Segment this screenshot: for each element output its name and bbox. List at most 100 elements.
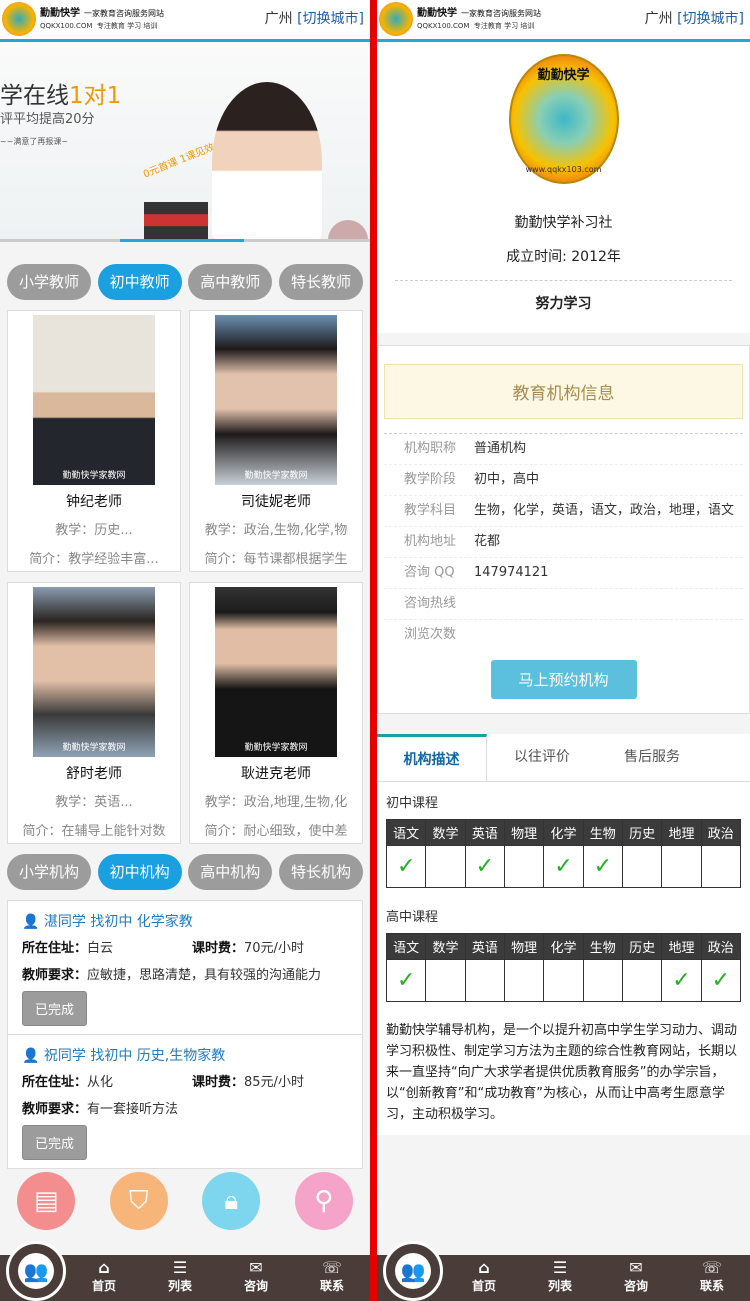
nav-center-button[interactable]: 👥 bbox=[6, 1241, 66, 1301]
nav-home[interactable]: ⌂ 首页 bbox=[446, 1255, 522, 1301]
teacher-card[interactable]: 勤勤快学家教网 钟纪老师 教学：历史... 简介：教学经验丰富... bbox=[7, 310, 181, 572]
org-tabs: 小学机构 初中机构 高中机构 特长机构 bbox=[0, 854, 370, 900]
subject-header: 生物 bbox=[582, 819, 623, 846]
brand: 勤勤快学 一家教育咨询服务网站 bbox=[417, 8, 541, 19]
brand-sub: QQKX100.COM 专注教育 学习 培训 bbox=[40, 22, 158, 30]
nav-consult[interactable]: ✉ 咨询 bbox=[598, 1255, 674, 1301]
teacher-card[interactable]: 勤勤快学家教网 耿进克老师 教学：政治,地理,生物,化 简介：耐心细致，使中差 bbox=[189, 582, 363, 844]
check-icon: ✓ bbox=[582, 845, 623, 888]
empty-cell bbox=[582, 959, 623, 1002]
teacher-subject: 教学：政治,生物,化学,物 bbox=[204, 523, 348, 538]
lock-icon[interactable]: 🔒︎ bbox=[202, 1172, 261, 1230]
teacher-photo: 勤勤快学家教网 bbox=[33, 315, 155, 485]
empty-cell bbox=[425, 959, 466, 1002]
user-settings-icon[interactable]: ⚲ bbox=[294, 1172, 353, 1230]
nav-center-button[interactable]: 👥 bbox=[383, 1241, 443, 1301]
header: 勤勤快学 一家教育咨询服务网站 QQKX100.COM 专注教育 学习 培训 广州… bbox=[0, 0, 370, 42]
subject-header: 物理 bbox=[503, 819, 545, 846]
teacher-name: 司徒妮老师 bbox=[241, 494, 311, 510]
order-row: 所在住址：从化 课时费：85元/小时 bbox=[22, 1075, 304, 1090]
city-selector[interactable]: 广州 [切换城市] bbox=[645, 8, 744, 28]
banner-subtitle: 评平均提高20分 bbox=[0, 112, 95, 127]
banner-note: ~~满意了再报课~ bbox=[0, 137, 69, 146]
site-logo-icon[interactable] bbox=[2, 2, 36, 36]
city-selector[interactable]: 广州 [切换城市] bbox=[265, 8, 364, 28]
senior-course-table: 语文 数学 英语 物理 化学 生物 历史 地理 政治 ✓ ✓ ✓ bbox=[385, 933, 742, 1002]
org-logo: 勤勤快学 www.qqkx103.com bbox=[508, 54, 619, 184]
nav-home[interactable]: ⌂ 首页 bbox=[66, 1255, 142, 1301]
nav-contact[interactable]: ☏ 联系 bbox=[294, 1255, 370, 1301]
list-icon: ☰ bbox=[172, 1258, 188, 1277]
info-row: 浏览次数 bbox=[384, 619, 743, 650]
org-info-title: 教育机构信息 bbox=[384, 364, 743, 419]
nav-contact[interactable]: ☏ 联系 bbox=[674, 1255, 750, 1301]
user-icon: 👤 bbox=[22, 1048, 40, 1064]
teacher-subject: 教学：历史... bbox=[55, 523, 133, 538]
teacher-card[interactable]: 勤勤快学家教网 司徒妮老师 教学：政治,生物,化学,物 简介：每节课都根据学生 bbox=[189, 310, 363, 572]
teacher-name: 耿进克老师 bbox=[241, 766, 311, 782]
tab-junior-teacher[interactable]: 初中教师 bbox=[97, 264, 182, 300]
tab-description[interactable]: 机构描述 bbox=[377, 734, 487, 781]
nav-consult[interactable]: ✉ 咨询 bbox=[218, 1255, 294, 1301]
order-item[interactable]: 👤 祝同学 找初中 历史,生物家教 所在住址：从化 课时费：85元/小时 教师要求… bbox=[7, 1035, 363, 1169]
site-logo-icon[interactable] bbox=[379, 2, 413, 36]
teacher-name: 舒时老师 bbox=[66, 766, 122, 782]
tab-primary-teacher[interactable]: 小学教师 bbox=[7, 264, 91, 300]
teacher-subject: 教学：政治,地理,生物,化 bbox=[204, 795, 348, 810]
subject-header: 地理 bbox=[661, 819, 702, 846]
order-title[interactable]: 👤 湛同学 找初中 化学家教 bbox=[22, 911, 348, 931]
tab-special-org[interactable]: 特长机构 bbox=[278, 854, 363, 890]
promo-banner[interactable]: 学在线1对1 评平均提高20分 ~~满意了再报课~ 0元首课 1课见效！ bbox=[0, 42, 370, 242]
left-pane: 勤勤快学 一家教育咨询服务网站 QQKX100.COM 专注教育 学习 培训 广州… bbox=[0, 0, 370, 1301]
teacher-intro: 简介：在辅导上能针对数 bbox=[22, 824, 166, 839]
id-card-icon[interactable]: ▤ bbox=[17, 1172, 76, 1230]
bottom-nav: 👥 ⌂ 首页 ☰ 列表 ✉ 咨询 ☏ 联系 bbox=[0, 1241, 370, 1301]
junior-courses-label: 初中课程 bbox=[386, 796, 439, 811]
brand-sub: QQKX100.COM 专注教育 学习 培训 bbox=[417, 22, 535, 30]
tab-senior-org[interactable]: 高中机构 bbox=[188, 854, 273, 890]
tab-senior-teacher[interactable]: 高中教师 bbox=[188, 264, 273, 300]
org-description: 勤勤快学辅导机构，是一个以提升初高中学生学习动力、调动学习积极性、制定学习方法为… bbox=[377, 1010, 750, 1135]
book-org-button[interactable]: 马上预约机构 bbox=[490, 660, 637, 699]
home-icon: ⌂ bbox=[98, 1258, 110, 1277]
tab-primary-org[interactable]: 小学机构 bbox=[7, 854, 91, 890]
teacher-grid: 勤勤快学家教网 钟纪老师 教学：历史... 简介：教学经验丰富... 勤勤快学家… bbox=[0, 310, 370, 854]
user-icon: 👤 bbox=[22, 914, 40, 930]
teacher-name: 钟纪老师 bbox=[66, 494, 122, 510]
empty-cell bbox=[543, 959, 584, 1002]
empty-cell bbox=[700, 845, 742, 888]
tab-after-sales[interactable]: 售后服务 bbox=[597, 734, 707, 781]
check-icon: ✓ bbox=[700, 959, 742, 1002]
check-icon: ✓ bbox=[661, 959, 702, 1002]
empty-cell bbox=[621, 959, 663, 1002]
list-icon: ☰ bbox=[552, 1258, 568, 1277]
order-requirement: 教师要求： 应敏捷，思路清楚，具有较强的沟通能力 bbox=[22, 968, 322, 983]
bottom-nav: 👥 ⌂ 首页 ☰ 列表 ✉ 咨询 ☏ 联系 bbox=[377, 1241, 750, 1301]
status-button[interactable]: 已完成 bbox=[22, 1125, 88, 1160]
info-row: 咨询热线 bbox=[384, 588, 743, 619]
teacher-card[interactable]: 勤勤快学家教网 舒时老师 教学：英语... 简介：在辅导上能针对数 bbox=[7, 582, 181, 844]
tab-special-teacher[interactable]: 特长教师 bbox=[278, 264, 363, 300]
status-button[interactable]: 已完成 bbox=[22, 991, 88, 1026]
subject-header: 政治 bbox=[700, 819, 742, 846]
carousel-indicator bbox=[0, 239, 370, 242]
nav-list[interactable]: ☰ 列表 bbox=[142, 1255, 218, 1301]
banner-title: 学在线1对1 bbox=[0, 83, 122, 109]
books-image bbox=[144, 202, 208, 242]
junior-courses: 初中课程 语文 数学 英语 物理 化学 生物 历史 地理 政治 ✓ ✓ ✓ ✓ bbox=[377, 782, 750, 896]
order-item[interactable]: 👤 湛同学 找初中 化学家教 所在住址：白云 课时费：70元/小时 教师要求： 应敏… bbox=[7, 900, 363, 1035]
org-motto: 努力学习 bbox=[535, 296, 592, 312]
teacher-intro: 简介：教学经验丰富... bbox=[29, 552, 159, 567]
tab-reviews[interactable]: 以往评价 bbox=[487, 734, 597, 781]
chat-icon: ✉ bbox=[629, 1258, 643, 1277]
shield-icon[interactable]: ⛉ bbox=[109, 1172, 168, 1230]
order-title[interactable]: 👤 祝同学 找初中 历史,生物家教 bbox=[22, 1045, 348, 1065]
empty-cell bbox=[661, 845, 702, 888]
quick-actions: ▤ ⛉ 🔒︎ ⚲ bbox=[0, 1172, 370, 1230]
subject-header: 物理 bbox=[503, 933, 545, 960]
teacher-photo: 勤勤快学家教网 bbox=[33, 587, 155, 757]
tab-junior-org[interactable]: 初中机构 bbox=[97, 854, 182, 890]
detail-tabs: 机构描述 以往评价 售后服务 bbox=[377, 734, 750, 782]
users-icon: 👥 bbox=[395, 1253, 431, 1289]
nav-list[interactable]: ☰ 列表 bbox=[522, 1255, 598, 1301]
